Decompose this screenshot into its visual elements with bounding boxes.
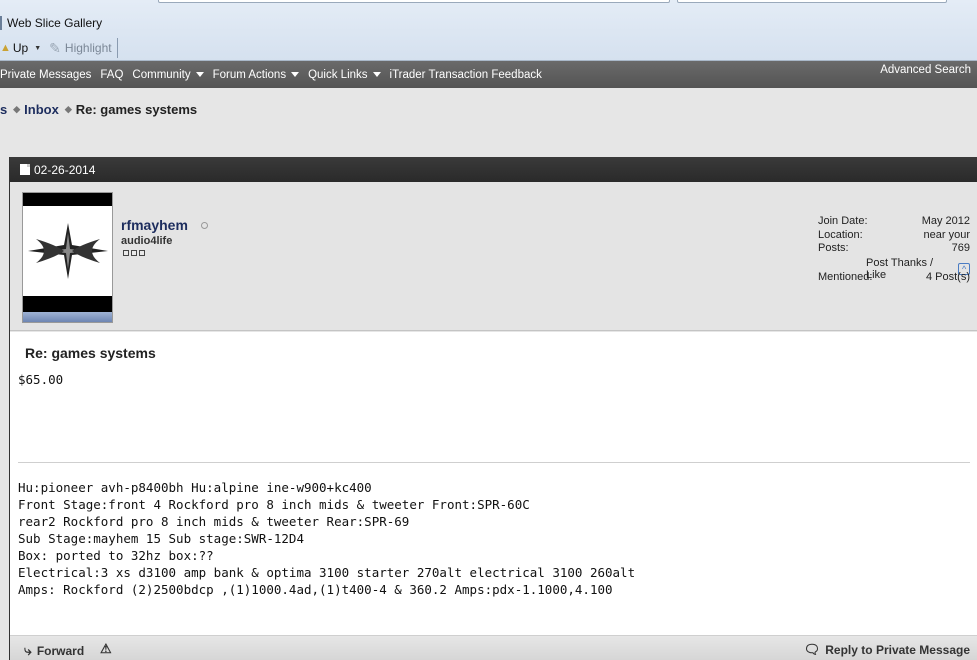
breadcrumb-prev-link[interactable]: s xyxy=(0,102,7,117)
nav-faq[interactable]: FAQ xyxy=(100,69,123,81)
address-bar[interactable] xyxy=(158,0,670,3)
posts-row: Posts: 769 xyxy=(818,242,970,256)
post-date: 02-26-2014 xyxy=(34,162,96,177)
join-date-label: Join Date: xyxy=(818,215,868,227)
forward-button[interactable]: ⤷ Forward xyxy=(24,642,84,659)
reputation-pip-icon xyxy=(139,250,145,256)
favorites-separator xyxy=(0,16,2,30)
highlight-button[interactable]: ✎ Highlight xyxy=(49,40,111,57)
post-title: Re: games systems xyxy=(25,345,156,361)
reply-label: Reply to Private Message xyxy=(825,643,970,657)
location-label: Location: xyxy=(818,228,863,241)
breadcrumb-current: Re: games systems xyxy=(75,102,198,117)
forward-arrow-icon: ⤷ xyxy=(24,642,32,658)
nav-private-messages[interactable]: Private Messages xyxy=(0,69,91,81)
signature-line: Sub Stage:mayhem 15 Sub stage:SWR-12D4 xyxy=(18,531,304,546)
signature-line: rear2 Rockford pro 8 inch mids & tweeter… xyxy=(18,514,410,529)
signature: Hu:pioneer avh-p8400bh Hu:alpine ine-w90… xyxy=(18,479,635,598)
post-content: Re: games systems $65.00 Hu:pioneer avh-… xyxy=(10,332,977,635)
up-folder-icon: ▲ xyxy=(0,42,11,54)
breadcrumb-arrow-icon: ◆ xyxy=(13,104,21,114)
username-link[interactable]: rfmayhem xyxy=(121,217,188,233)
reputation-pip-icon xyxy=(131,250,137,256)
up-dropdown-icon[interactable]: ▼ xyxy=(34,45,41,52)
signature-line: Electrical:3 xs d3100 amp bank & optima … xyxy=(18,565,636,580)
join-date-value: May 2012 xyxy=(921,215,970,227)
highlighter-icon: ✎ xyxy=(49,39,61,56)
command-bar: ▲ Up ▼ ✎ Highlight xyxy=(0,38,118,58)
avatar[interactable] xyxy=(22,192,113,323)
post-header: 02-26-2014 xyxy=(10,157,977,182)
nav-itrader-feedback[interactable]: iTrader Transaction Feedback xyxy=(390,69,542,81)
signature-line: Hu:pioneer avh-p8400bh Hu:alpine ine-w90… xyxy=(18,480,372,495)
avatar-dock-bar xyxy=(23,312,112,322)
mentioned-row: Mentioned: 4 Post(s) xyxy=(818,271,970,283)
posts-label: Posts: xyxy=(818,242,849,254)
private-message-post: 02-26-2014 rfmayhem audio4life Join Date… xyxy=(9,157,977,660)
posts-value: 769 xyxy=(951,242,970,254)
nav-community[interactable]: Community xyxy=(132,69,203,81)
up-button[interactable]: Up xyxy=(13,41,28,55)
signature-line: Front Stage:front 4 Rockford pro 8 inch … xyxy=(18,497,530,512)
report-warning-icon[interactable]: ⚠ xyxy=(100,641,112,657)
location-row: Location: near your xyxy=(818,229,970,243)
signature-line: Box: ported to 32hz box:?? xyxy=(18,548,214,563)
advanced-search-link[interactable]: Advanced Search xyxy=(880,64,971,76)
post-footer: ⤷ Forward ⚠ 🗨 Reply to Private Message xyxy=(10,635,977,660)
tribal-cross-icon xyxy=(27,223,108,279)
mentioned-value[interactable]: 4 Post(s) xyxy=(926,271,970,283)
user-title: audio4life xyxy=(121,235,173,247)
breadcrumb-arrow-icon: ◆ xyxy=(64,104,72,114)
reply-button[interactable]: 🗨 Reply to Private Message xyxy=(804,642,970,658)
offline-status-icon xyxy=(201,222,208,229)
forum-navbar: Private Messages FAQ Community Forum Act… xyxy=(0,61,977,88)
signature-line: Amps: Rockford (2)2500bdcp ,(1)1000.4ad,… xyxy=(18,582,613,597)
document-icon xyxy=(20,164,30,175)
breadcrumb-inbox-link[interactable]: Inbox xyxy=(24,102,59,117)
nav-forum-actions[interactable]: Forum Actions xyxy=(213,69,300,81)
breadcrumb: s ◆ Inbox ◆ Re: games systems xyxy=(0,102,197,117)
avatar-status-bar xyxy=(23,193,112,199)
web-slice-gallery-link[interactable]: Web Slice Gallery xyxy=(7,16,102,30)
reputation-bar xyxy=(123,250,145,256)
reputation-pip-icon xyxy=(123,250,129,256)
nav-quick-links[interactable]: Quick Links xyxy=(308,69,380,81)
favorites-bar: Web Slice Gallery xyxy=(0,14,102,32)
user-stats: Join Date: May 2012 Location: near your … xyxy=(818,215,970,283)
browser-chrome: Web Slice Gallery ▲ Up ▼ ✎ Highlight xyxy=(0,0,977,61)
mentioned-label: Mentioned: xyxy=(818,271,873,283)
signature-divider xyxy=(18,462,970,463)
speech-bubble-icon: 🗨 xyxy=(803,642,821,657)
toolbar-separator xyxy=(116,38,118,58)
user-info-panel: rfmayhem audio4life Join Date: May 2012 … xyxy=(10,182,977,331)
post-body: $65.00 xyxy=(18,372,64,387)
search-box[interactable] xyxy=(677,0,947,3)
forward-label: Forward xyxy=(36,643,85,658)
join-date-row: Join Date: May 2012 xyxy=(818,215,970,229)
location-value: near your xyxy=(923,228,970,241)
avatar-image xyxy=(23,206,112,296)
highlight-label: Highlight xyxy=(64,41,112,55)
